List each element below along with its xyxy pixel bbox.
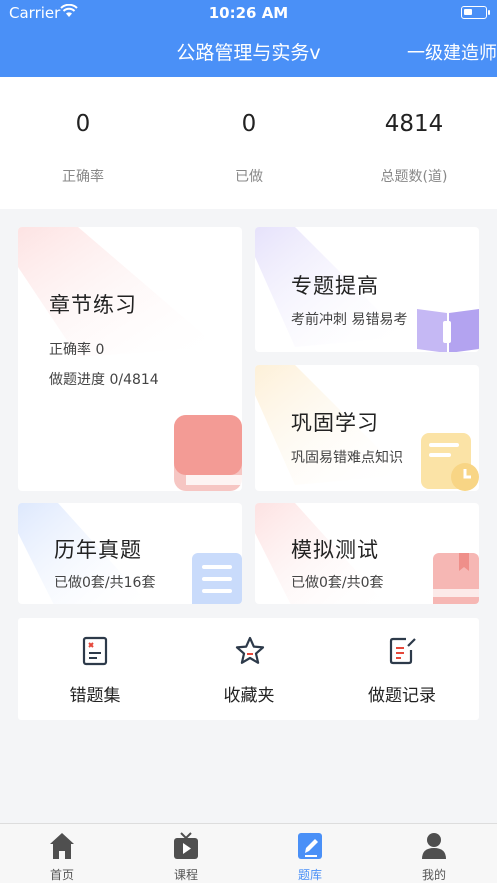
bookmark-book-icon (433, 553, 479, 604)
open-book-icon (417, 309, 479, 352)
stat-value: 0 (75, 111, 91, 137)
card-mock-test[interactable]: 模拟测试 已做0套/共0套 (255, 503, 479, 604)
tab-label: 我的 (421, 868, 446, 882)
status-bar: Carrier 10:26 AM (0, 0, 497, 26)
card-title: 巩固学习 (291, 411, 379, 435)
card-subtitle: 巩固易错难点知识 (291, 450, 403, 466)
practice-record-button[interactable]: 做题记录 (325, 618, 479, 720)
header: Carrier 10:26 AM 公路管理与实务v 一级建造师 (0, 0, 497, 77)
card-chapter-practice[interactable]: 章节练习 正确率 0 做题进度 0/4814 (18, 227, 242, 491)
wrong-questions-button[interactable]: 错题集 (18, 618, 172, 720)
star-icon (235, 636, 265, 664)
user-icon (422, 833, 446, 859)
card-consolidate-study[interactable]: 巩固学习 巩固易错难点知识 (255, 365, 479, 491)
question-bank-icon (298, 833, 322, 859)
card-title: 专题提高 (291, 274, 379, 298)
stat-accuracy: 0 正确率 (0, 77, 166, 209)
tab-label: 课程 (173, 868, 198, 882)
wrong-questions-icon (82, 636, 108, 666)
tab-question-bank[interactable]: 题库 (248, 824, 372, 883)
stat-value: 4814 (384, 111, 444, 137)
card-title: 章节练习 (49, 293, 137, 317)
stat-label: 已做 (235, 169, 263, 185)
home-icon (50, 833, 74, 859)
tab-bar: 首页 课程 题库 我的 (0, 823, 497, 883)
stats-panel: 0 正确率 0 已做 4814 总题数(道) (0, 77, 497, 209)
card-subtitle: 已做0套/共16套 (54, 575, 156, 591)
stat-label: 总题数(道) (380, 169, 448, 185)
tv-icon (174, 832, 198, 859)
card-progress: 做题进度 0/4814 (49, 372, 159, 388)
card-past-exams[interactable]: 历年真题 已做0套/共16套 (18, 503, 242, 604)
battery-icon (461, 6, 490, 19)
quick-label: 收藏夹 (223, 686, 275, 706)
edit-record-icon (389, 637, 416, 665)
stat-done: 0 已做 (166, 77, 332, 209)
tab-home[interactable]: 首页 (0, 824, 124, 883)
card-subtitle: 考前冲刺 易错易考 (291, 312, 408, 328)
stat-label: 正确率 (62, 169, 104, 185)
notes-calendar-icon (421, 433, 479, 491)
favorites-button[interactable]: 收藏夹 (172, 618, 326, 720)
book-icon (174, 415, 242, 491)
quick-actions: 错题集 收藏夹 做题记录 (18, 618, 479, 720)
card-title: 模拟测试 (291, 538, 379, 562)
stat-value: 0 (241, 111, 257, 137)
tab-courses[interactable]: 课程 (124, 824, 248, 883)
tab-label: 首页 (49, 868, 74, 882)
quick-label: 做题记录 (368, 686, 436, 706)
clock: 10:26 AM (208, 4, 289, 22)
stat-total: 4814 总题数(道) (331, 77, 497, 209)
exam-type-selector[interactable]: 一级建造师 (407, 39, 497, 65)
tab-profile[interactable]: 我的 (372, 824, 496, 883)
document-list-icon (192, 553, 242, 604)
card-title: 历年真题 (54, 538, 142, 562)
tab-label: 题库 (297, 868, 322, 882)
card-subtitle: 已做0套/共0套 (291, 575, 384, 591)
quick-label: 错题集 (69, 686, 121, 706)
card-accuracy: 正确率 0 (49, 342, 105, 358)
card-topic-improvement[interactable]: 专题提高 考前冲刺 易错易考 (255, 227, 479, 352)
